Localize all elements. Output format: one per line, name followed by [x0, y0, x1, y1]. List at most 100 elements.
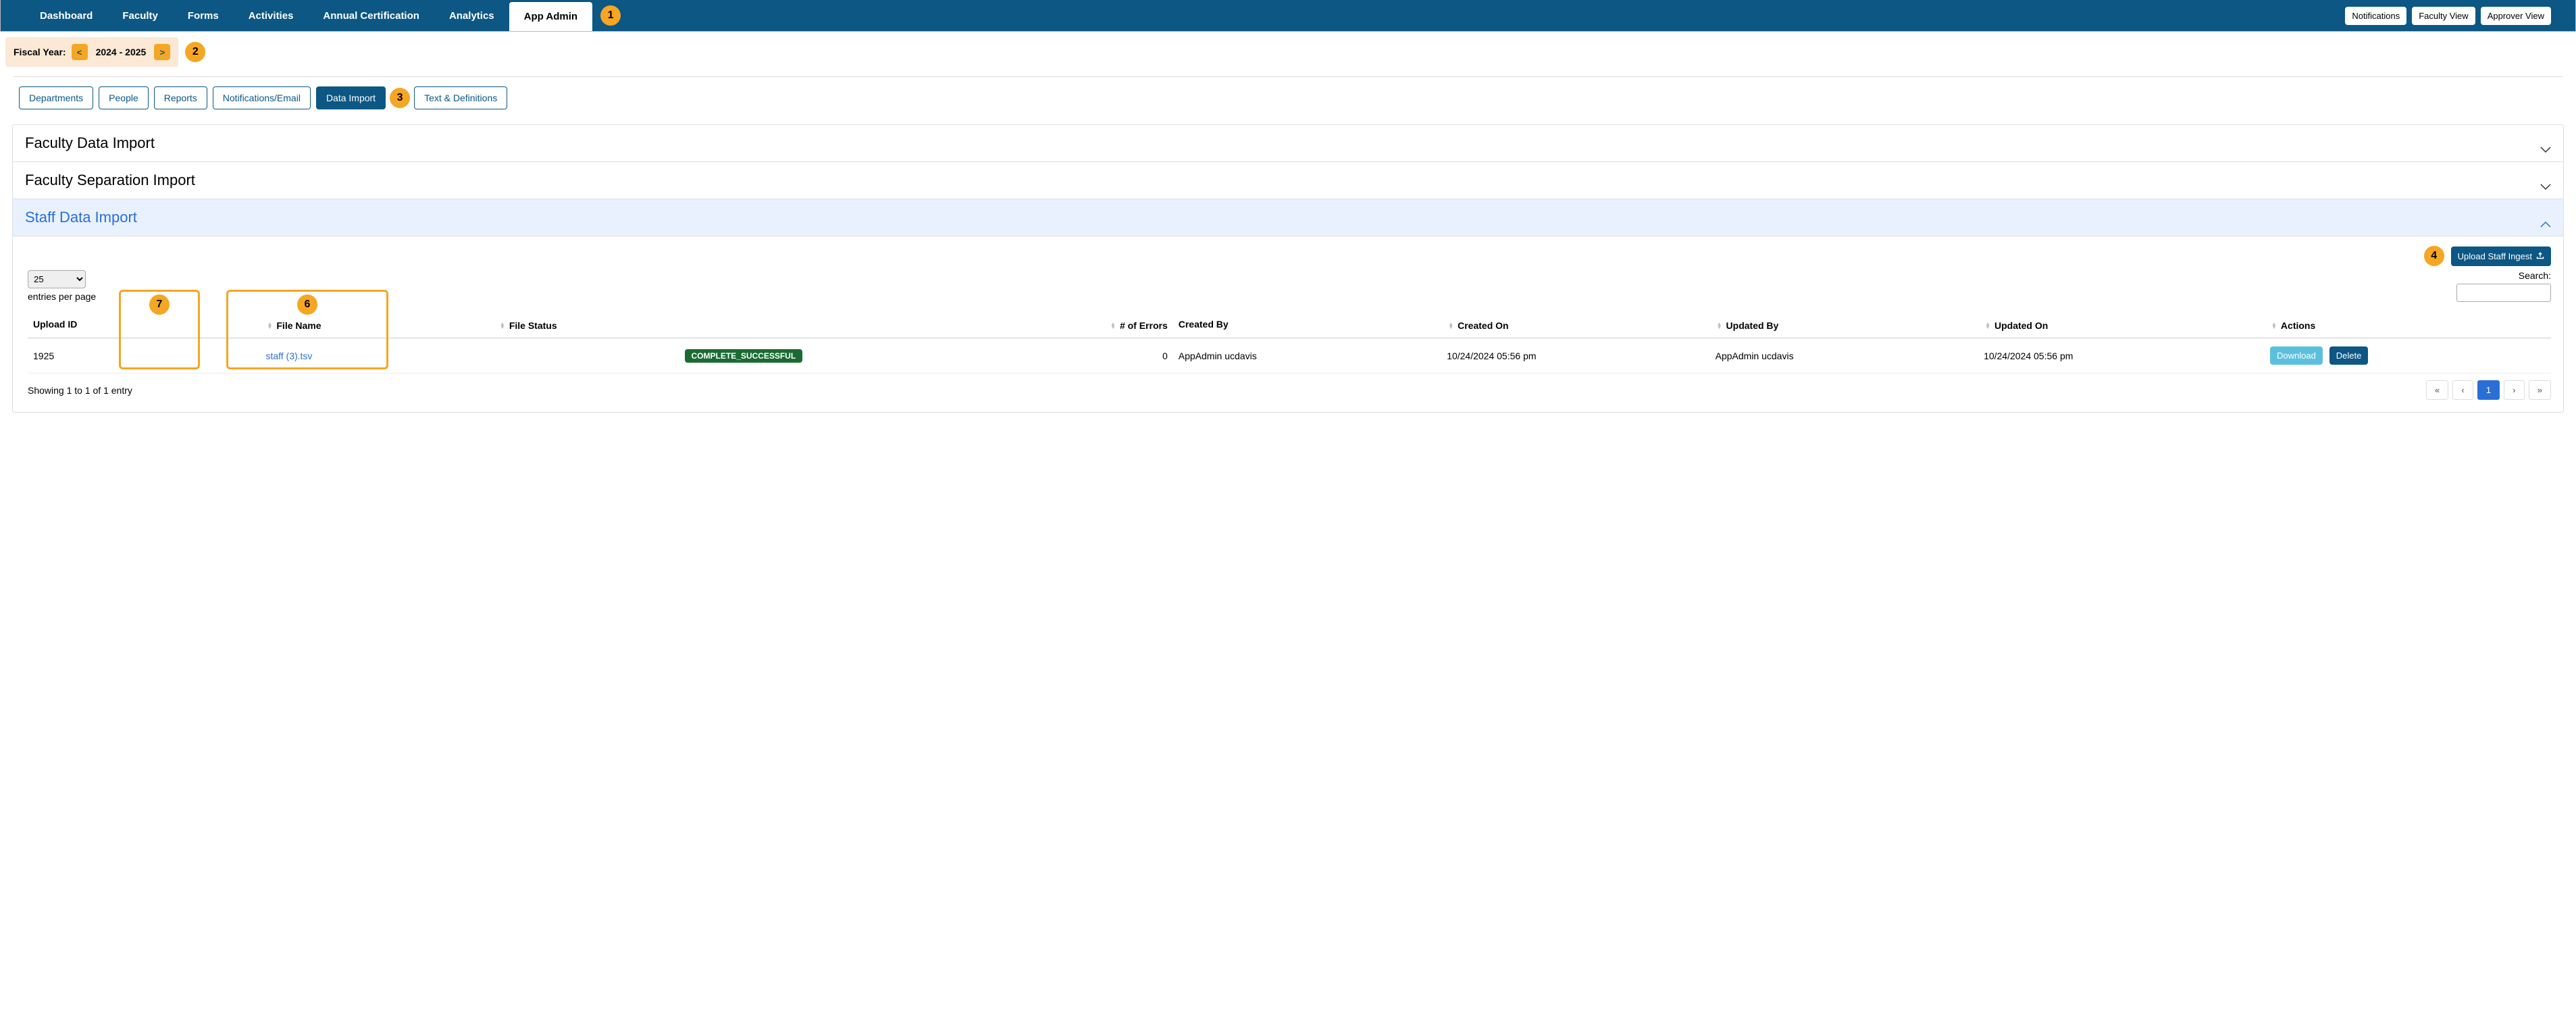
- upload-row: 4 Upload Staff Ingest: [28, 246, 2551, 266]
- panel-title: Faculty Data Import: [25, 134, 155, 152]
- notifications-button[interactable]: Notifications: [2345, 7, 2406, 25]
- download-button[interactable]: Download: [2270, 346, 2323, 365]
- table-controls: 25 entries per page Search:: [28, 270, 2551, 302]
- chevron-down-icon: [2540, 177, 2551, 184]
- col-updated-on[interactable]: ▲▼ Updated On: [1978, 310, 2265, 338]
- panel-faculty-separation-import[interactable]: Faculty Separation Import: [13, 162, 2563, 199]
- sort-icon: ▲▼: [267, 322, 272, 329]
- col-label: Created By: [1179, 319, 1229, 330]
- accordion-panels: Faculty Data Import Faculty Separation I…: [12, 124, 2564, 413]
- top-nav-right: Notifications Faculty View Approver View: [2345, 7, 2551, 25]
- table-row: 1925 staff (3).tsv COMPLETE_SUCCESSFUL 0…: [28, 338, 2551, 373]
- annotation-marker-2: 2: [185, 42, 205, 62]
- col-label: Upload ID: [33, 319, 77, 330]
- top-nav: Dashboard Faculty Forms Activities Annua…: [0, 0, 2576, 32]
- col-upload-id[interactable]: Upload ID: [28, 310, 260, 338]
- table-footer: Showing 1 to 1 of 1 entry « ‹ 1 › »: [28, 380, 2551, 400]
- entries-per-page: 25 entries per page: [28, 270, 96, 302]
- cell-created-by: AppAdmin ucdavis: [1173, 338, 1441, 373]
- cell-upload-id: 1925: [28, 338, 260, 373]
- nav-faculty[interactable]: Faculty: [107, 0, 173, 31]
- sort-icon: ▲▼: [1448, 322, 1453, 329]
- sort-icon: ▲▼: [1985, 322, 1990, 329]
- approver-view-button[interactable]: Approver View: [2481, 7, 2551, 25]
- subtab-people[interactable]: People: [99, 86, 149, 109]
- file-name-link[interactable]: staff (3).tsv: [265, 351, 312, 361]
- panel-staff-data-import[interactable]: Staff Data Import: [13, 199, 2563, 236]
- pager-prev[interactable]: ‹: [2452, 380, 2473, 400]
- panel-body-staff-data-import: 4 Upload Staff Ingest 25 entries per pag…: [13, 236, 2563, 412]
- nav-dashboard[interactable]: Dashboard: [25, 0, 107, 31]
- col-file-status[interactable]: ▲▼ File Status: [493, 310, 994, 338]
- fiscal-next-button[interactable]: >: [154, 44, 170, 60]
- subtab-notifications-email[interactable]: Notifications/Email: [213, 86, 311, 109]
- col-label: Created On: [1458, 320, 1508, 331]
- divider: [14, 76, 2562, 77]
- fiscal-prev-button[interactable]: <: [72, 44, 88, 60]
- cell-created-on: 10/24/2024 05:56 pm: [1441, 338, 1709, 373]
- sort-icon: ▲▼: [2271, 322, 2277, 329]
- faculty-view-button[interactable]: Faculty View: [2412, 7, 2475, 25]
- sort-icon: ▲▼: [500, 322, 505, 329]
- pager-page-1[interactable]: 1: [2477, 380, 2500, 400]
- subtab-text-definitions[interactable]: Text & Definitions: [414, 86, 507, 109]
- pager-first[interactable]: «: [2426, 380, 2448, 400]
- nav-activities[interactable]: Activities: [234, 0, 309, 31]
- col-label: Updated On: [1994, 320, 2048, 331]
- sort-icon: ▲▼: [1717, 322, 1722, 329]
- cell-updated-on: 10/24/2024 05:56 pm: [1978, 338, 2265, 373]
- delete-button[interactable]: Delete: [2329, 346, 2369, 365]
- col-label: # of Errors: [1120, 320, 1168, 331]
- cell-actions: Download Delete: [2265, 338, 2551, 373]
- chevron-down-icon: [2540, 140, 2551, 147]
- nav-analytics[interactable]: Analytics: [434, 0, 509, 31]
- panel-title: Faculty Separation Import: [25, 172, 195, 189]
- subtab-reports[interactable]: Reports: [154, 86, 207, 109]
- annotation-marker-1: 1: [600, 5, 621, 26]
- fiscal-year-control: Fiscal Year: < 2024 - 2025 >: [5, 37, 178, 67]
- col-label: File Status: [509, 320, 557, 331]
- col-label: Updated By: [1726, 320, 1779, 331]
- pager-next[interactable]: ›: [2504, 380, 2524, 400]
- top-nav-left: Dashboard Faculty Forms Activities Annua…: [25, 0, 621, 31]
- cell-file-status: COMPLETE_SUCCESSFUL: [493, 338, 994, 373]
- showing-text: Showing 1 to 1 of 1 entry: [28, 385, 132, 396]
- search-input[interactable]: [2456, 284, 2551, 302]
- cell-updated-by: AppAdmin ucdavis: [1710, 338, 1978, 373]
- pager: « ‹ 1 › »: [2426, 380, 2551, 400]
- col-created-on[interactable]: ▲▼ Created On: [1441, 310, 1709, 338]
- nav-app-admin[interactable]: App Admin: [509, 2, 592, 31]
- nav-annual-certification[interactable]: Annual Certification: [308, 0, 434, 31]
- search-label: Search:: [2519, 270, 2551, 281]
- panel-faculty-data-import[interactable]: Faculty Data Import: [13, 125, 2563, 162]
- fiscal-year-label: Fiscal Year:: [14, 47, 66, 57]
- col-updated-by[interactable]: ▲▼ Updated By: [1710, 310, 1978, 338]
- upload-button-label: Upload Staff Ingest: [2458, 251, 2532, 261]
- table-wrapper: Upload ID ▲▼ File Name ▲▼ File Status: [28, 310, 2551, 373]
- cell-num-errors: 0: [994, 338, 1173, 373]
- annotation-marker-4: 4: [2424, 246, 2444, 266]
- sort-icon: ▲▼: [1110, 322, 1116, 329]
- col-actions: ▲▼ Actions: [2265, 310, 2551, 338]
- upload-staff-ingest-button[interactable]: Upload Staff Ingest: [2451, 247, 2551, 266]
- annotation-marker-3: 3: [390, 88, 410, 108]
- nav-forms[interactable]: Forms: [173, 0, 234, 31]
- col-num-errors[interactable]: ▲▼ # of Errors: [994, 310, 1173, 338]
- fiscal-year-bar: Fiscal Year: < 2024 - 2025 > 2: [0, 32, 2576, 72]
- entries-label: entries per page: [28, 291, 96, 302]
- subtab-data-import[interactable]: Data Import: [316, 86, 386, 109]
- status-badge: COMPLETE_SUCCESSFUL: [685, 349, 803, 363]
- table-header-row: Upload ID ▲▼ File Name ▲▼ File Status: [28, 310, 2551, 338]
- chevron-up-icon: [2540, 214, 2551, 221]
- staff-import-table: Upload ID ▲▼ File Name ▲▼ File Status: [28, 310, 2551, 373]
- pager-last[interactable]: »: [2529, 380, 2551, 400]
- col-created-by[interactable]: Created By: [1173, 310, 1441, 338]
- entries-select[interactable]: 25: [28, 270, 86, 288]
- subtab-departments[interactable]: Departments: [19, 86, 93, 109]
- subtabs: Departments People Reports Notifications…: [0, 86, 2576, 109]
- col-file-name[interactable]: ▲▼ File Name: [260, 310, 492, 338]
- search-box: Search:: [2456, 270, 2551, 302]
- fiscal-year-value: 2024 - 2025: [93, 47, 149, 57]
- panel-title: Staff Data Import: [25, 209, 137, 226]
- cell-file-name: staff (3).tsv: [260, 338, 492, 373]
